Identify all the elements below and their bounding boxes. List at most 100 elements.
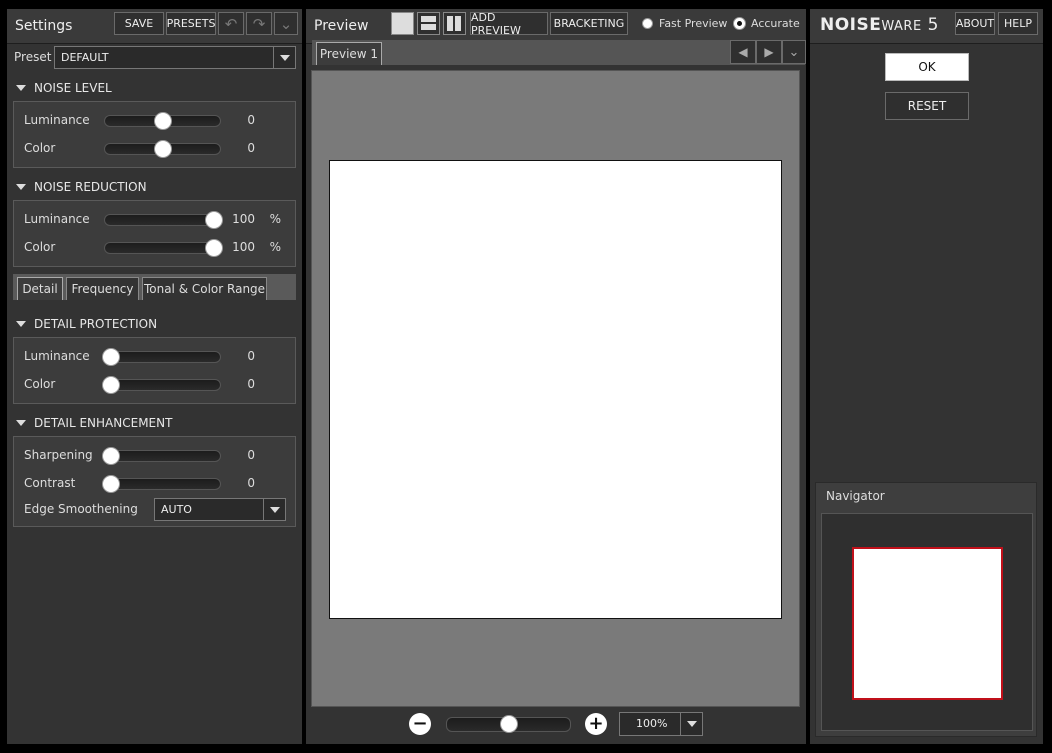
ok-button[interactable]: OK — [885, 53, 969, 81]
collapse-triangle-icon — [16, 420, 26, 426]
chevron-down-icon[interactable] — [273, 47, 295, 68]
slider-label: Luminance — [24, 349, 90, 363]
split-horizontal-icon[interactable] — [417, 12, 440, 35]
noise-level-box: Luminance 0 Color 0 — [13, 101, 296, 168]
tab-tonal-color-range[interactable]: Tonal & Color Range — [142, 277, 267, 300]
right-header: NOISEWARE 5 ABOUT HELP — [810, 9, 1043, 44]
slider-value: 100 — [232, 240, 255, 254]
sharpening-row: Sharpening 0 — [24, 445, 285, 465]
noise-level-header[interactable]: NOISE LEVEL — [16, 81, 112, 95]
noise-reduction-luminance-slider[interactable] — [104, 211, 224, 229]
tab-preview-1[interactable]: Preview 1 — [316, 42, 382, 65]
chevron-down-icon[interactable]: ⌄ — [782, 40, 806, 64]
split-vertical-icon[interactable] — [443, 12, 466, 35]
noise-reduction-title: NOISE REDUCTION — [34, 180, 147, 194]
zoom-in-icon[interactable]: + — [585, 713, 607, 735]
accurate-label: Accurate — [751, 17, 800, 30]
preview-canvas[interactable] — [311, 70, 800, 707]
slider-label: Color — [24, 141, 56, 155]
noise-reduction-color-row: Color 100 % — [24, 237, 285, 257]
add-preview-button[interactable]: ADD PREVIEW — [470, 11, 548, 37]
tab-frequency[interactable]: Frequency — [66, 277, 139, 300]
noise-level-color-slider[interactable] — [104, 140, 221, 158]
chevron-right-icon[interactable]: ▶ — [756, 40, 782, 64]
slider-knob[interactable] — [153, 112, 172, 130]
navigator-panel: Navigator — [815, 482, 1037, 737]
preview-image[interactable] — [329, 160, 782, 619]
collapse-triangle-icon — [16, 85, 26, 91]
zoom-slider-knob[interactable] — [499, 715, 518, 733]
slider-knob[interactable] — [153, 140, 172, 158]
bracketing-button[interactable]: BRACKETING — [550, 12, 628, 35]
slider-value: 0 — [247, 377, 255, 391]
fast-preview-label: Fast Preview — [659, 17, 728, 30]
preset-select[interactable]: DEFAULT — [54, 46, 296, 69]
single-view-icon[interactable] — [391, 12, 414, 35]
slider-knob[interactable] — [205, 239, 224, 257]
right-panel: NOISEWARE 5 ABOUT HELP OK RESET Navigato… — [810, 9, 1043, 744]
navigator-title: Navigator — [826, 489, 885, 503]
preview-tab-strip: Preview 1 ◀ ▶ ⌄ — [312, 40, 806, 65]
detail-enhancement-box: Sharpening 0 Contrast 0 Edge Smoothening… — [13, 436, 296, 527]
help-button[interactable]: HELP — [998, 12, 1038, 35]
edge-smoothening-label: Edge Smoothening — [24, 502, 138, 516]
slider-unit: % — [269, 240, 281, 254]
navigator-viewport-frame[interactable] — [852, 547, 1003, 700]
detail-protection-box: Luminance 0 Color 0 — [13, 337, 296, 404]
about-button[interactable]: ABOUT — [955, 12, 995, 35]
noise-reduction-header[interactable]: NOISE REDUCTION — [16, 180, 147, 194]
detail-protection-title: DETAIL PROTECTION — [34, 317, 158, 331]
radio-dot — [734, 18, 745, 29]
detail-protection-color-slider[interactable] — [101, 376, 221, 394]
slider-knob[interactable] — [101, 376, 120, 394]
chevron-down-icon[interactable] — [263, 499, 285, 520]
logo-rest: WARE — [881, 19, 922, 34]
tab-detail[interactable]: Detail — [17, 277, 63, 300]
slider-knob[interactable] — [101, 447, 120, 465]
preview-title: Preview — [314, 18, 369, 34]
sharpening-slider[interactable] — [101, 447, 221, 465]
fast-preview-radio[interactable]: Fast Preview — [642, 17, 727, 30]
chevron-down-icon[interactable] — [680, 713, 702, 735]
noise-level-luminance-slider[interactable] — [104, 112, 221, 130]
save-button[interactable]: SAVE — [114, 12, 164, 35]
zoom-value: 100% — [636, 717, 668, 730]
redo-icon[interactable]: ↷ — [246, 12, 272, 35]
collapse-triangle-icon — [16, 321, 26, 327]
slider-knob[interactable] — [101, 475, 120, 493]
slider-value: 0 — [247, 349, 255, 363]
edge-smoothening-value: AUTO — [161, 503, 192, 516]
detail-protection-luminance-slider[interactable] — [101, 348, 221, 366]
undo-icon[interactable]: ↶ — [218, 12, 244, 35]
settings-header: Settings SAVE PRESETS ↶ ↷ ⌄ — [7, 9, 302, 44]
slider-value: 0 — [247, 448, 255, 462]
zoom-slider[interactable] — [446, 715, 571, 733]
chevron-down-icon[interactable]: ⌄ — [274, 12, 298, 35]
noise-level-luminance-row: Luminance 0 — [24, 110, 285, 130]
preview-header: Preview ADD PREVIEW BRACKETING Fast Prev… — [306, 9, 806, 44]
noise-reduction-color-slider[interactable] — [104, 239, 224, 257]
presets-button[interactable]: PRESETS — [166, 12, 216, 35]
slider-value: 0 — [247, 141, 255, 155]
detail-protection-luminance-row: Luminance 0 — [24, 346, 285, 366]
reset-button[interactable]: RESET — [885, 92, 969, 120]
accurate-radio[interactable]: Accurate — [734, 17, 800, 30]
noise-level-title: NOISE LEVEL — [34, 81, 112, 95]
slider-knob[interactable] — [205, 211, 224, 229]
detail-enhancement-header[interactable]: DETAIL ENHANCEMENT — [16, 416, 172, 430]
collapse-triangle-icon — [16, 184, 26, 190]
settings-title: Settings — [15, 18, 73, 34]
slider-knob[interactable] — [101, 348, 120, 366]
logo-version: 5 — [927, 15, 939, 35]
chevron-left-icon[interactable]: ◀ — [730, 40, 756, 64]
contrast-slider[interactable] — [101, 475, 221, 493]
logo-bold: NOISE — [820, 15, 882, 35]
zoom-out-icon[interactable]: − — [409, 713, 431, 735]
navigator-view[interactable] — [821, 513, 1033, 731]
preset-value: DEFAULT — [61, 51, 109, 64]
radio-dot — [642, 18, 653, 29]
slider-value: 0 — [247, 113, 255, 127]
detail-protection-header[interactable]: DETAIL PROTECTION — [16, 317, 157, 331]
edge-smoothening-select[interactable]: AUTO — [154, 498, 286, 521]
zoom-select[interactable]: 100% — [619, 712, 703, 736]
